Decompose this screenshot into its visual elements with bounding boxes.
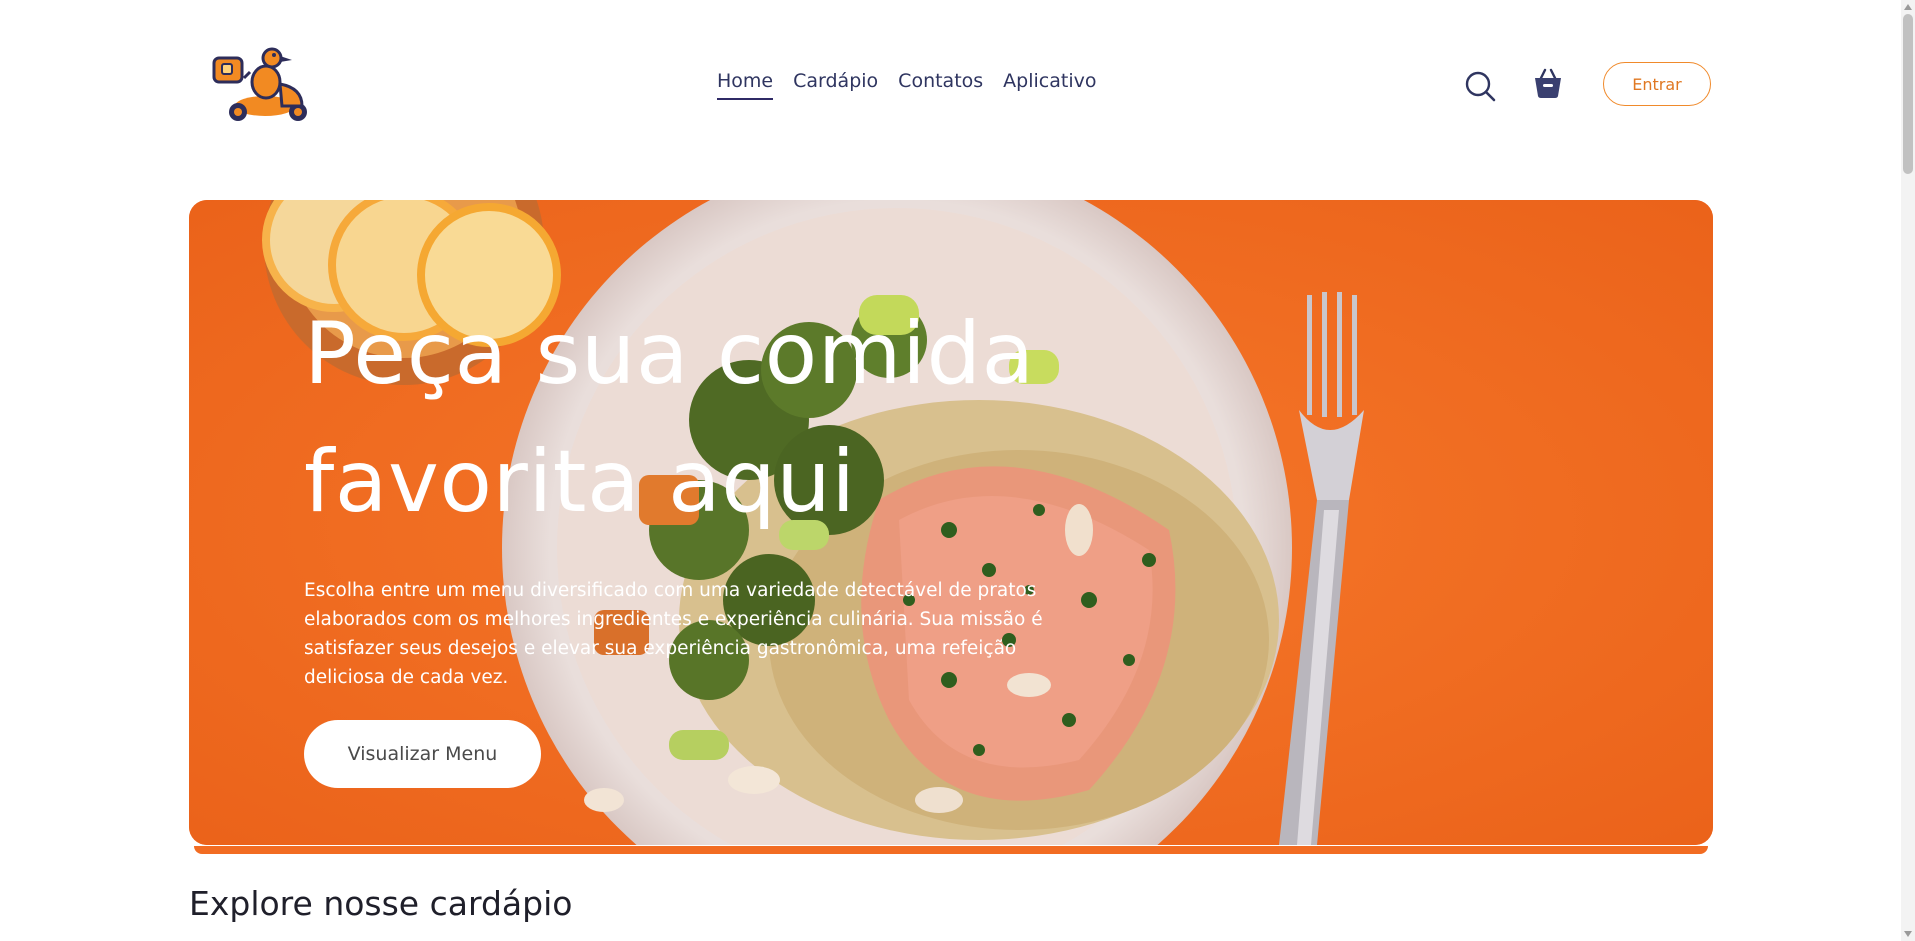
hero-title-line-1: Peça sua comida bbox=[304, 304, 1035, 404]
scooter-duck-logo-icon[interactable] bbox=[210, 44, 314, 124]
nav-aplicativo-link[interactable]: Aplicativo bbox=[1003, 70, 1096, 100]
nav-cardapio-link[interactable]: Cardápio bbox=[793, 70, 878, 100]
hero-description: Escolha entre um menu diversificado com … bbox=[304, 580, 1043, 688]
view-menu-button[interactable]: Visualizar Menu bbox=[304, 720, 541, 788]
section-title: Explore nosse cardápio bbox=[189, 884, 573, 923]
main-nav: Home Cardápio Contatos Aplicativo bbox=[717, 70, 1096, 100]
carousel-next-slide bbox=[194, 846, 1708, 854]
basket-icon[interactable] bbox=[1532, 68, 1564, 100]
vertical-scrollbar[interactable] bbox=[1901, 0, 1915, 941]
search-icon[interactable] bbox=[1464, 70, 1496, 102]
nav-home-link[interactable]: Home bbox=[717, 70, 774, 100]
login-button[interactable]: Entrar bbox=[1603, 62, 1711, 106]
scroll-down-arrow-icon[interactable] bbox=[1904, 931, 1912, 937]
hero-title: Peça sua comida favorita aqui bbox=[304, 290, 1124, 546]
scrollbar-thumb[interactable] bbox=[1903, 14, 1913, 174]
hero-banner: Peça sua comida favorita aqui Escolha en… bbox=[189, 200, 1713, 845]
page: Home Cardápio Contatos Aplicativo Entrar bbox=[0, 0, 1915, 941]
hero-title-line-2: favorita aqui bbox=[304, 432, 856, 532]
scroll-up-arrow-icon[interactable] bbox=[1904, 4, 1912, 10]
nav-contatos-link[interactable]: Contatos bbox=[898, 70, 983, 100]
